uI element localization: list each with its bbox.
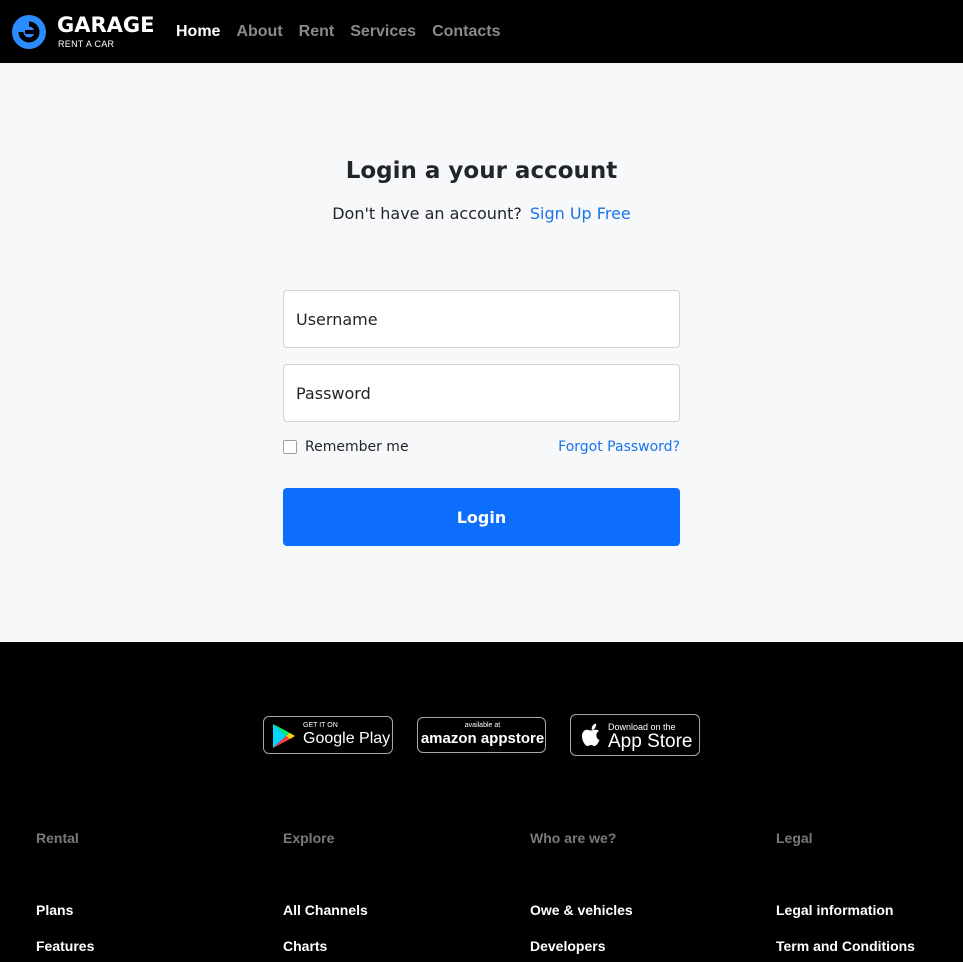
- site-footer: GET IT ON Google Play available at amazo…: [0, 642, 963, 962]
- footer-link-legal-information[interactable]: Legal information: [776, 902, 963, 918]
- app-store-label: App Store: [608, 731, 693, 752]
- footer-link-owe-vehicles[interactable]: Owe & vehicles: [530, 902, 730, 918]
- google-play-small-text: GET IT ON: [303, 722, 338, 729]
- footer-heading: Who are we?: [530, 830, 617, 846]
- login-section: Login a your account Don't have an accou…: [0, 63, 963, 642]
- top-navbar: GARAGE RENT A CAR Home About Rent Servic…: [0, 0, 963, 63]
- nav-rent[interactable]: Rent: [299, 22, 335, 42]
- nav-about[interactable]: About: [236, 22, 282, 42]
- footer-link-developers[interactable]: Developers: [530, 938, 730, 954]
- page-title: Login a your account: [345, 158, 618, 184]
- google-play-badge[interactable]: GET IT ON Google Play: [263, 716, 393, 754]
- forgot-password-link[interactable]: Forgot Password?: [558, 439, 680, 455]
- remember-label: Remember me: [305, 439, 409, 455]
- footer-link-plans[interactable]: Plans: [36, 902, 236, 918]
- amazon-appstore-badge[interactable]: available at amazon appstore: [417, 717, 546, 753]
- login-button[interactable]: Login: [283, 488, 680, 546]
- signup-prompt: Don't have an account? Sign Up Free: [0, 204, 963, 223]
- brand-tagline: RENT A CAR: [58, 39, 115, 49]
- signup-prompt-text: Don't have an account?: [332, 204, 522, 223]
- footer-column-explore: Explore All Channels Charts: [283, 830, 483, 954]
- google-play-label: Google Play: [303, 730, 391, 747]
- footer-column-legal: Legal Legal information Term and Conditi…: [776, 830, 963, 954]
- footer-heading: Rental: [36, 830, 79, 846]
- footer-column-who-are-we: Who are we? Owe & vehicles Developers: [530, 830, 730, 954]
- apple-icon: [582, 723, 600, 746]
- amazon-label: amazon appstore: [420, 730, 545, 747]
- username-input[interactable]: [283, 290, 680, 348]
- signup-link[interactable]: Sign Up Free: [530, 204, 631, 223]
- footer-heading: Legal: [776, 830, 813, 846]
- footer-link-charts[interactable]: Charts: [283, 938, 483, 954]
- footer-heading: Explore: [283, 830, 335, 846]
- main-nav: Home About Rent Services Contacts: [176, 22, 501, 42]
- google-play-icon: [273, 724, 295, 748]
- remember-me[interactable]: Remember me: [283, 439, 409, 455]
- app-store-badge[interactable]: Download on the App Store: [570, 714, 700, 756]
- brand-logo[interactable]: GARAGE RENT A CAR: [11, 13, 161, 53]
- garage-logo-icon: [12, 15, 46, 49]
- brand-name: GARAGE: [57, 13, 155, 37]
- nav-contacts[interactable]: Contacts: [432, 22, 500, 42]
- amazon-small-text: available at: [464, 722, 501, 729]
- footer-column-rental: Rental Plans Features: [36, 830, 236, 954]
- footer-link-terms[interactable]: Term and Conditions: [776, 938, 963, 954]
- footer-link-all-channels[interactable]: All Channels: [283, 902, 483, 918]
- nav-home[interactable]: Home: [176, 22, 220, 42]
- remember-checkbox[interactable]: [283, 440, 297, 454]
- nav-services[interactable]: Services: [350, 22, 416, 42]
- footer-link-features[interactable]: Features: [36, 938, 236, 954]
- password-input[interactable]: [283, 364, 680, 422]
